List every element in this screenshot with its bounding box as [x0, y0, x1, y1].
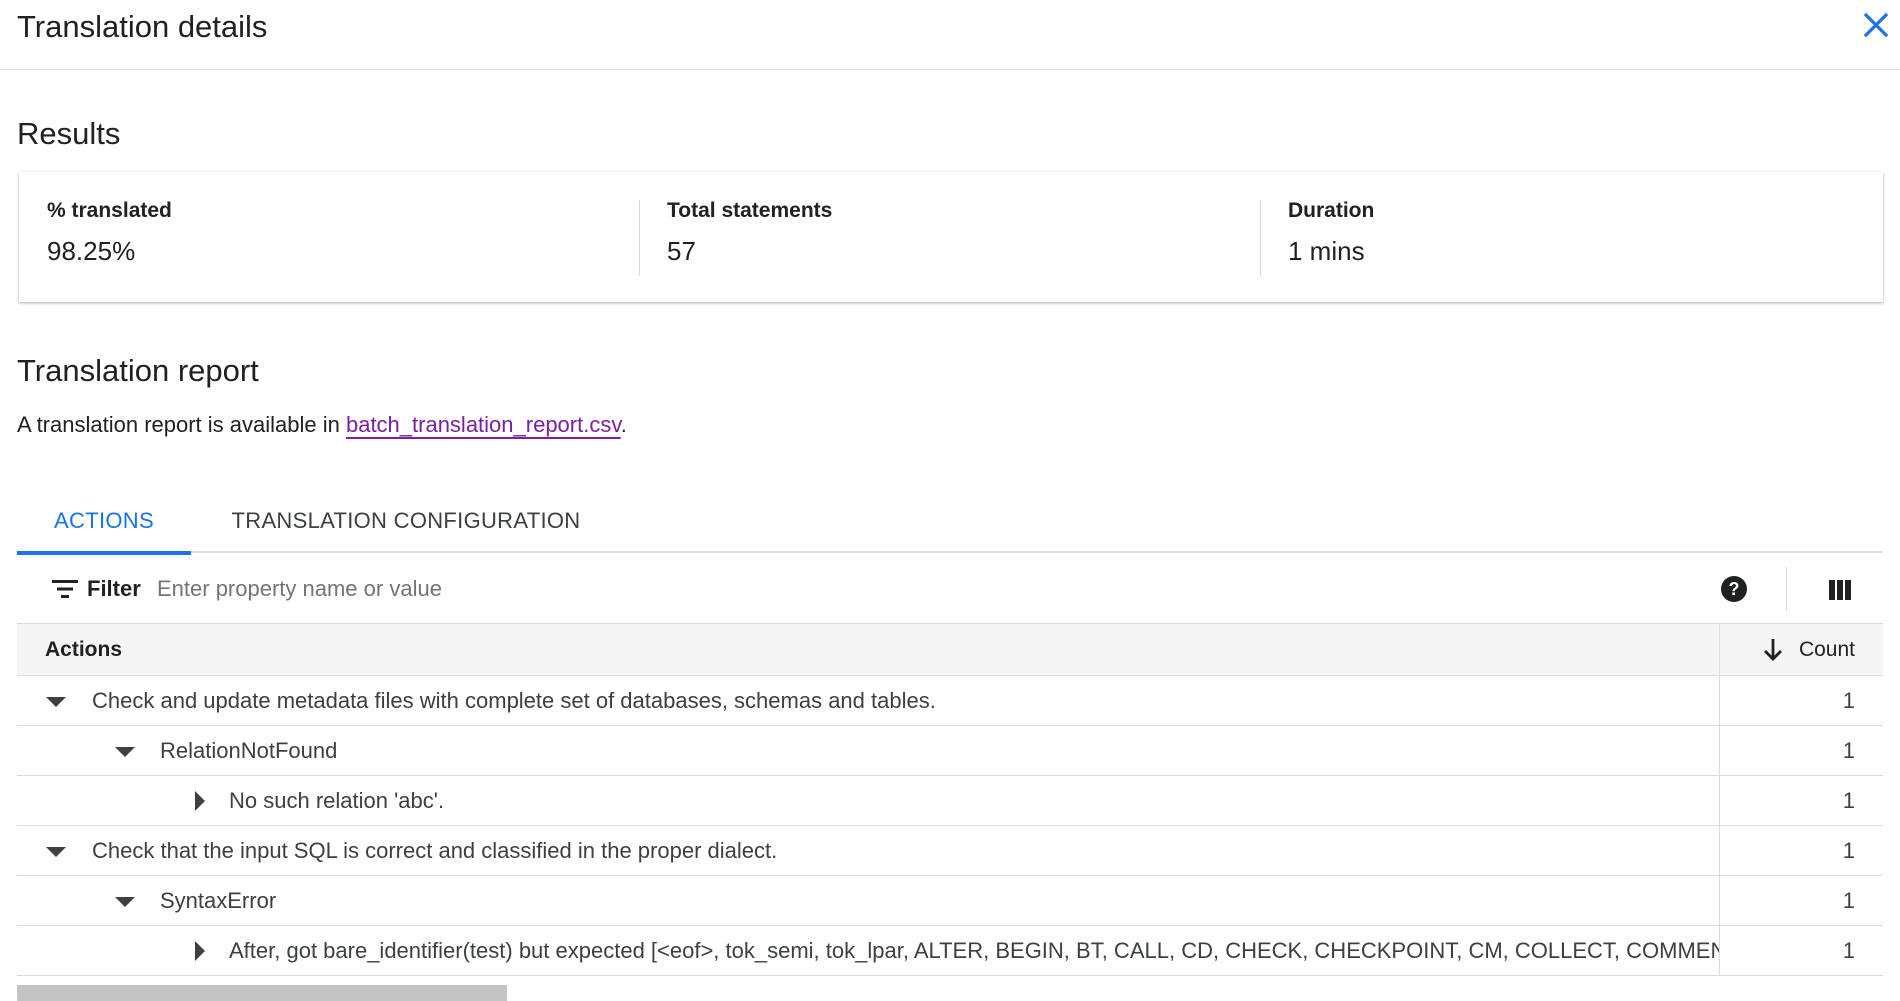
metric-label: % translated: [47, 199, 172, 222]
dialog-header: Translation details: [0, 0, 1900, 70]
help-button[interactable]: ?: [1718, 573, 1750, 605]
svg-text:?: ?: [1729, 579, 1740, 599]
metric-translated: % translated 98.25%: [47, 199, 172, 275]
actions-table: Actions Count Check and update metadata …: [17, 623, 1883, 976]
metric-total-statements: Total statements 57: [667, 199, 832, 275]
count-value: 1: [1842, 838, 1855, 863]
count-value: 1: [1842, 688, 1855, 713]
caret-right-icon[interactable]: [189, 940, 211, 962]
tab-bar: ACTIONS TRANSLATION CONFIGURATION: [17, 496, 1883, 555]
column-display-icon: [1829, 580, 1851, 600]
table-row: Check and update metadata files with com…: [17, 676, 1883, 726]
metric-divider: [1260, 200, 1261, 276]
count-cell: 1: [1719, 876, 1883, 925]
action-text: No such relation 'abc'.: [229, 788, 445, 813]
count-cell: 1: [1719, 926, 1883, 975]
action-cell: RelationNotFound: [17, 726, 1719, 775]
results-heading: Results: [17, 116, 121, 151]
tab-translation-configuration[interactable]: TRANSLATION CONFIGURATION: [221, 496, 591, 553]
table-row: RelationNotFound 1: [17, 726, 1883, 776]
close-icon: [1863, 12, 1889, 38]
dialog-title: Translation details: [17, 9, 268, 44]
column-display-button[interactable]: [1825, 575, 1855, 605]
filter-bar: Filter ?: [17, 555, 1883, 623]
metric-label: Total statements: [667, 199, 833, 222]
toolbar-divider: [1786, 567, 1787, 611]
caret-down-icon[interactable]: [114, 740, 136, 762]
caret-down-icon[interactable]: [45, 840, 67, 862]
filter-input[interactable]: [157, 569, 1357, 609]
count-cell: 1: [1719, 826, 1883, 875]
caret-right-icon[interactable]: [189, 790, 211, 812]
count-cell: 1: [1719, 776, 1883, 825]
action-text: Check that the input SQL is correct and …: [92, 838, 778, 863]
caret-down-icon[interactable]: [114, 890, 136, 912]
metric-value: 1 mins: [1288, 236, 1365, 266]
translation-report-heading: Translation report: [17, 353, 259, 388]
help-icon: ?: [1721, 576, 1747, 602]
report-description-prefix: A translation report is available in: [17, 412, 346, 437]
arrow-down-icon: [1764, 639, 1782, 661]
report-description: A translation report is available in bat…: [17, 412, 627, 438]
count-value: 1: [1842, 738, 1855, 763]
table-row: After, got bare_identifier(test) but exp…: [17, 926, 1883, 976]
caret-down-icon[interactable]: [45, 690, 67, 712]
column-header-count[interactable]: Count: [1719, 624, 1883, 676]
count-cell: 1: [1719, 726, 1883, 775]
report-csv-link[interactable]: batch_translation_report.csv: [346, 412, 621, 437]
table-row: Check that the input SQL is correct and …: [17, 826, 1883, 876]
count-header-label: Count: [1798, 638, 1855, 661]
action-cell: Check that the input SQL is correct and …: [17, 826, 1719, 875]
action-text: After, got bare_identifier(test) but exp…: [229, 938, 1719, 963]
metric-duration: Duration 1 mins: [1288, 199, 1374, 275]
filter-list-icon[interactable]: [52, 579, 78, 599]
action-cell: SyntaxError: [17, 876, 1719, 925]
table-row: SyntaxError 1: [17, 876, 1883, 926]
metric-divider: [639, 200, 640, 276]
action-cell: No such relation 'abc'.: [17, 776, 1719, 825]
action-text: SyntaxError: [160, 888, 277, 913]
column-header-actions[interactable]: Actions: [45, 638, 122, 662]
action-text: RelationNotFound: [160, 738, 338, 763]
metric-value: 98.25%: [47, 236, 136, 266]
metric-label: Duration: [1288, 199, 1375, 222]
results-card: % translated 98.25% Total statements 57 …: [19, 172, 1883, 302]
filter-label[interactable]: Filter: [87, 576, 141, 602]
table-row: No such relation 'abc'. 1: [17, 776, 1883, 826]
metric-value: 57: [667, 236, 696, 266]
count-value: 1: [1842, 788, 1855, 813]
table-header: Actions Count: [17, 624, 1883, 676]
action-cell: After, got bare_identifier(test) but exp…: [17, 926, 1719, 975]
count-value: 1: [1842, 888, 1855, 913]
horizontal-scrollbar[interactable]: [17, 985, 507, 1001]
report-description-suffix: .: [620, 412, 627, 437]
action-text: Check and update metadata files with com…: [92, 688, 936, 713]
count-value: 1: [1842, 938, 1855, 963]
tab-actions[interactable]: ACTIONS: [17, 496, 191, 555]
count-cell: 1: [1719, 676, 1883, 725]
action-cell: Check and update metadata files with com…: [17, 676, 1719, 725]
close-button[interactable]: [1858, 7, 1894, 43]
